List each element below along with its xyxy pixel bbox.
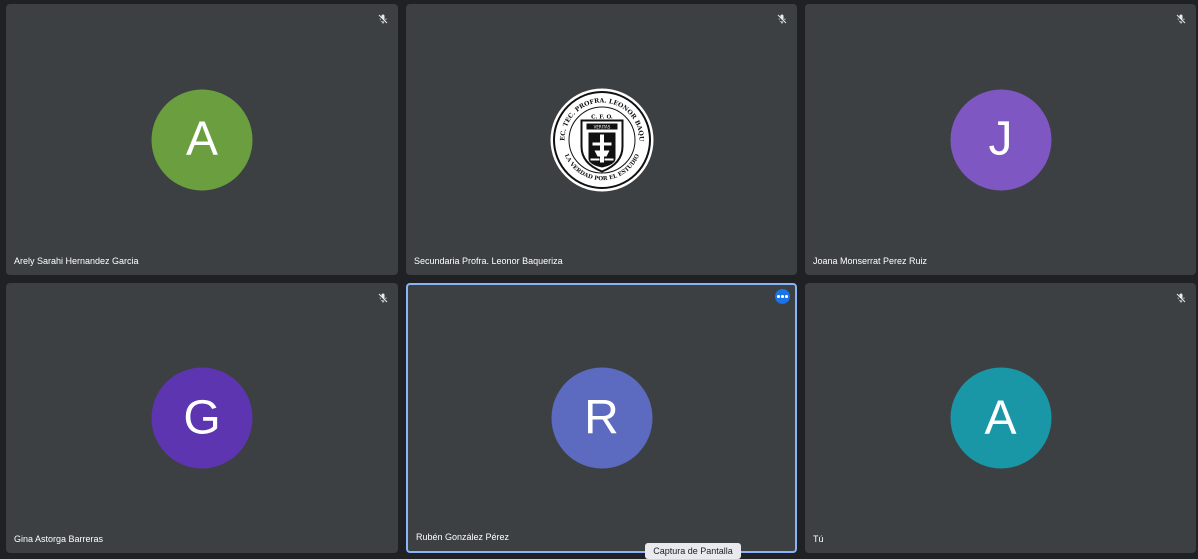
mic-off-icon: [376, 291, 390, 305]
more-options-icon[interactable]: [775, 289, 790, 304]
meeting-grid: A Arely Sarahi Hernandez Garcia ESC. SEC…: [0, 0, 1198, 559]
participant-name: Secundaria Profra. Leonor Baqueriza: [414, 256, 563, 266]
more-dot: [777, 295, 780, 298]
svg-text:C. F. O.: C. F. O.: [591, 114, 613, 120]
participant-tile[interactable]: ESC. SEC. TEC. PROFRA. LEONOR BAQUERIZA …: [406, 4, 797, 275]
more-dot: [781, 295, 784, 298]
participant-name: Gina Astorga Barreras: [14, 534, 104, 544]
mic-off-icon: [775, 12, 789, 26]
participant-name: Arely Sarahi Hernandez Garcia: [14, 256, 139, 266]
participant-tile-active[interactable]: R Rubén González Pérez: [406, 283, 797, 553]
avatar: A: [151, 89, 253, 190]
avatar: A: [950, 367, 1051, 469]
participant-tile[interactable]: G Gina Astorga Barreras: [6, 283, 398, 553]
avatar: J: [950, 89, 1051, 190]
screenshot-tooltip: Captura de Pantalla: [645, 543, 741, 559]
participant-tile[interactable]: J Joana Monserrat Perez Ruiz: [805, 4, 1196, 275]
avatar: G: [151, 367, 253, 469]
participant-name: Tú: [813, 534, 824, 544]
more-dot: [785, 295, 788, 298]
participant-name: Rubén González Pérez: [416, 532, 510, 542]
mic-off-icon: [1174, 12, 1188, 26]
mic-off-icon: [1174, 291, 1188, 305]
participant-name: Joana Monserrat Perez Ruiz: [813, 256, 928, 266]
svg-text:VERITAS: VERITAS: [593, 124, 610, 129]
mic-off-icon: [376, 12, 390, 26]
avatar: R: [551, 367, 652, 469]
school-logo: ESC. SEC. TEC. PROFRA. LEONOR BAQUERIZA …: [550, 88, 653, 191]
participant-tile[interactable]: A Tú: [805, 283, 1196, 553]
participant-tile[interactable]: A Arely Sarahi Hernandez Garcia: [6, 4, 398, 275]
